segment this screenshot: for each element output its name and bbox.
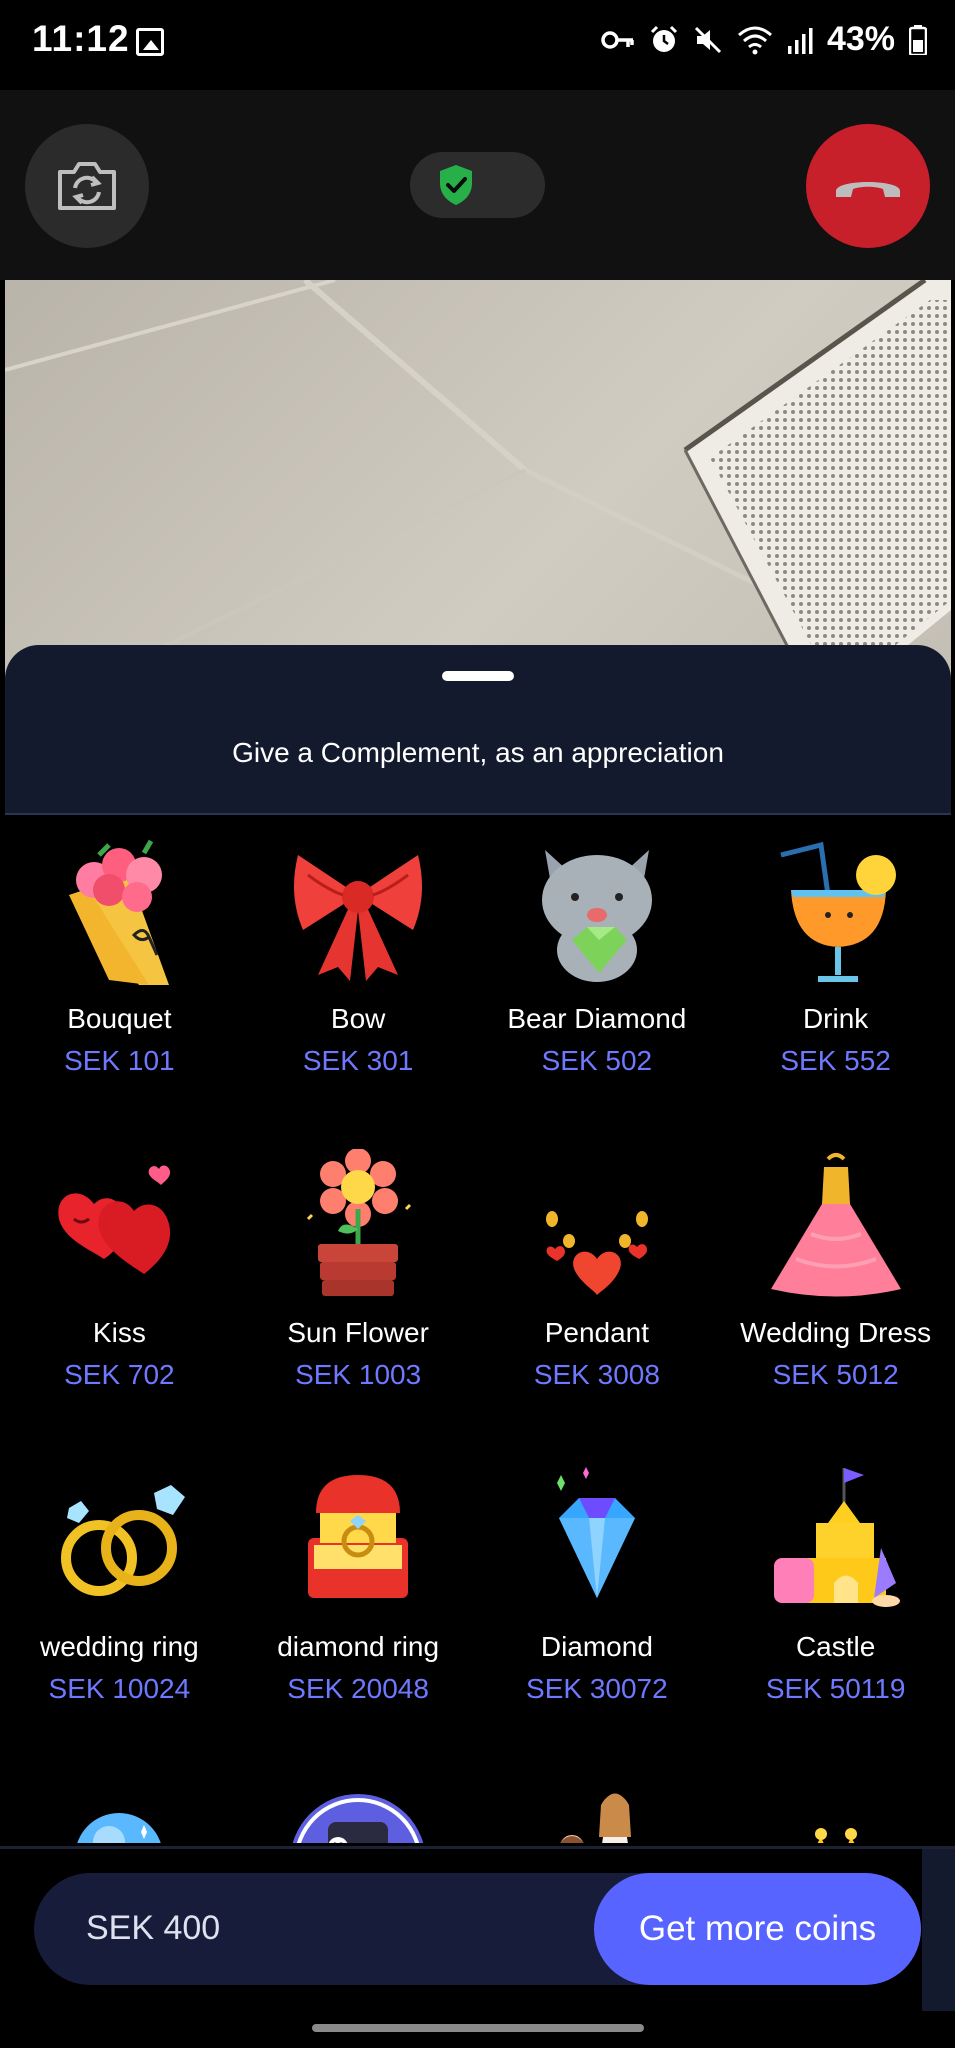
crown-icon	[766, 1777, 906, 1843]
gift-name: Bear Diamond	[507, 1003, 687, 1034]
gift-name: Sun Flower	[287, 1317, 429, 1348]
gift-name: Diamond	[540, 1631, 653, 1662]
status-bar: 11:12 43%	[0, 0, 955, 90]
signal-icon	[787, 27, 813, 54]
diamond-ring-icon	[288, 1463, 428, 1613]
sunflower-icon	[288, 1149, 428, 1299]
alarm-icon	[650, 25, 677, 52]
home-indicator[interactable]	[312, 2024, 644, 2032]
wedding-dress-icon	[766, 1149, 906, 1299]
edge-panel	[922, 1849, 955, 2011]
crystal-ball-icon	[49, 1777, 189, 1843]
gift-item-diamond[interactable]: Diamond SEK 30072	[478, 1443, 717, 1757]
gift-item-treasure[interactable]	[239, 1757, 478, 1843]
wedding-ring-icon	[49, 1463, 189, 1613]
gift-price: SEK 502	[541, 1045, 653, 1076]
shield-check-icon	[440, 165, 472, 205]
gift-item-wedding-dress[interactable]: Wedding Dress SEK 5012	[716, 1129, 955, 1443]
kiss-hearts-icon	[49, 1149, 189, 1299]
camera-preview	[5, 280, 951, 680]
flip-camera-button[interactable]	[25, 124, 149, 248]
sheet-title: Give a Complement, as an appreciation	[232, 737, 724, 768]
status-icons: 43%	[601, 20, 927, 59]
gift-price: SEK 1003	[295, 1359, 422, 1390]
ceiling-video-frame	[5, 280, 951, 680]
gift-price: SEK 5012	[772, 1359, 899, 1390]
gift-name: Bow	[330, 1003, 386, 1034]
gift-item-bear-diamond[interactable]: Bear Diamond SEK 502	[478, 815, 717, 1129]
gift-price: SEK 20048	[287, 1673, 429, 1704]
secure-call-indicator[interactable]	[410, 152, 545, 218]
coin-footer: SEK 400 Get more coins	[0, 1849, 955, 2048]
drag-handle[interactable]	[442, 671, 514, 681]
gift-item-drink[interactable]: Drink SEK 552	[716, 815, 955, 1129]
gift-grid-scroll[interactable]: Bouquet SEK 101 Bow SEK 301 Bear Diamond…	[0, 815, 955, 1843]
gift-name: Bouquet	[67, 1003, 172, 1034]
gift-item-kiss[interactable]: Kiss SEK 702	[0, 1129, 239, 1443]
gift-item-wedding-ring[interactable]: wedding ring SEK 10024	[0, 1443, 239, 1757]
gift-item-pendant[interactable]: Pendant SEK 3008	[478, 1129, 717, 1443]
sheet-header: Give a Complement, as an appreciation	[5, 645, 951, 815]
gift-name: Wedding Dress	[740, 1317, 932, 1348]
image-icon	[136, 28, 164, 56]
gift-price: SEK 10024	[48, 1673, 191, 1704]
gift-price: SEK 702	[64, 1359, 175, 1390]
camera-flip-icon	[58, 162, 116, 210]
proposal-icon	[527, 1777, 667, 1843]
diamond-icon	[527, 1463, 667, 1613]
vpn-key-icon	[601, 30, 634, 49]
hangup-button[interactable]	[806, 124, 930, 248]
treasure-icon	[288, 1777, 428, 1843]
gift-price: SEK 301	[302, 1045, 414, 1076]
drink-icon	[766, 835, 906, 985]
wifi-icon	[737, 26, 772, 54]
gift-item-bouquet[interactable]: Bouquet SEK 101	[0, 815, 239, 1129]
gift-price: SEK 101	[64, 1045, 175, 1076]
get-more-coins-button[interactable]: Get more coins	[594, 1873, 921, 1985]
gift-grid: Bouquet SEK 101 Bow SEK 301 Bear Diamond…	[0, 815, 955, 1843]
status-time: 11:12	[32, 18, 130, 59]
gift-name: diamond ring	[277, 1631, 440, 1662]
gift-name: Kiss	[92, 1317, 146, 1348]
gift-item-bow[interactable]: Bow SEK 301	[239, 815, 478, 1129]
gift-name: wedding ring	[39, 1631, 199, 1662]
gift-item-sun-flower[interactable]: Sun Flower SEK 1003	[239, 1129, 478, 1443]
gift-price: SEK 50119	[765, 1673, 906, 1704]
gift-price: SEK 3008	[533, 1359, 660, 1390]
bouquet-icon	[49, 835, 189, 985]
bow-icon	[288, 835, 428, 985]
bear-diamond-icon	[527, 835, 667, 985]
gift-item-crystal-ball[interactable]	[0, 1757, 239, 1843]
coin-balance: SEK 400	[86, 1909, 221, 1947]
gift-name: Drink	[802, 1003, 869, 1034]
gift-sheet: Give a Complement, as an appreciation Bo…	[0, 645, 955, 2048]
gift-name: Pendant	[544, 1317, 650, 1348]
gift-item-castle[interactable]: Castle SEK 50119	[716, 1443, 955, 1757]
gift-item-crown[interactable]	[716, 1757, 955, 1843]
gift-price: SEK 552	[780, 1045, 891, 1076]
castle-icon	[766, 1463, 906, 1613]
gift-price: SEK 30072	[526, 1673, 668, 1704]
mute-icon	[694, 26, 721, 53]
pendant-icon	[527, 1149, 667, 1299]
call-controls-bar	[0, 90, 955, 280]
gift-item-proposal[interactable]	[478, 1757, 717, 1843]
battery-percent: 43%	[826, 20, 895, 58]
coin-balance-bar: SEK 400 Get more coins	[34, 1873, 921, 1985]
gift-item-diamond-ring[interactable]: diamond ring SEK 20048	[239, 1443, 478, 1757]
gift-name: Castle	[795, 1631, 876, 1662]
battery-icon	[909, 24, 927, 55]
phone-hangup-icon	[836, 182, 900, 197]
